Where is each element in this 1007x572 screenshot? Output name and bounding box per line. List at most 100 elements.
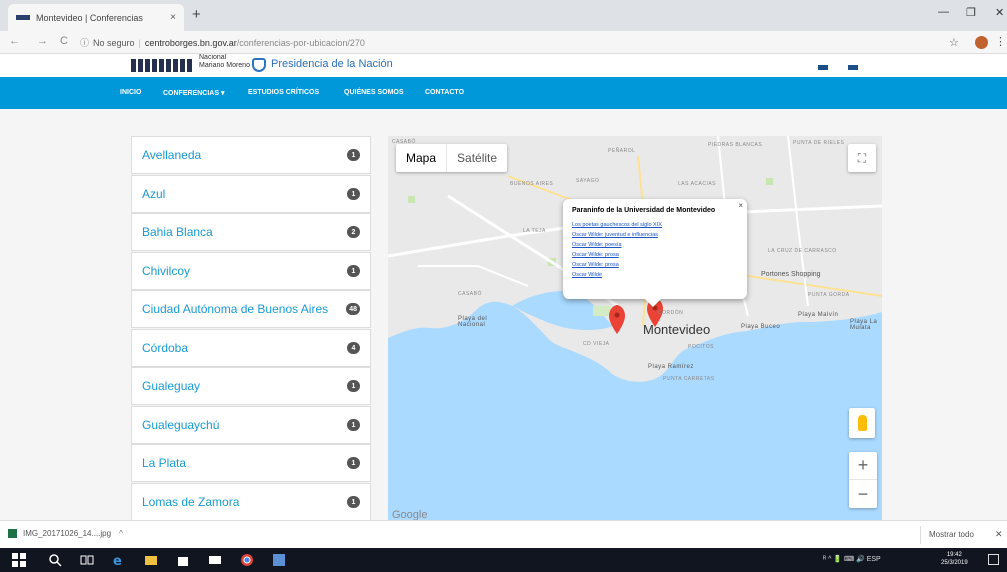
fullscreen-icon[interactable]: ⛶ <box>848 144 876 172</box>
browser-menu-icon[interactable]: ⋮ <box>995 35 1006 48</box>
city-name: Avellaneda <box>142 148 202 162</box>
map-label: POCITOS <box>688 344 714 350</box>
city-name: Bahia Blanca <box>142 225 213 239</box>
zoom-out-button[interactable]: − <box>849 480 877 508</box>
city-item[interactable]: La Plata 1 <box>131 444 371 482</box>
city-item[interactable]: Azul 1 <box>131 175 371 213</box>
map-label: Playa del Nacional <box>458 316 488 328</box>
map-label: PUNTA DE RIELES <box>793 140 845 146</box>
map-label: Playa Malvín <box>798 312 839 318</box>
system-tray[interactable]: ᴿ ^ 🔋 ⌨ 🔊 ESP <box>823 555 881 563</box>
map-label: LA TEJA <box>523 228 546 234</box>
map-canvas[interactable]: CASABÓ PEÑAROL PIEDRAS BLANCAS PUNTA DE … <box>388 136 882 520</box>
map-label: LA CRUZ DE CARRASCO <box>768 248 837 254</box>
biblioteca-logo[interactable] <box>131 59 193 72</box>
count-badge: 48 <box>346 303 360 315</box>
map-label: CASABÓ <box>458 291 482 297</box>
site-favicon-icon <box>16 15 30 20</box>
image-file-icon <box>8 529 17 538</box>
conference-link[interactable]: Los poetas gauchescos del siglo XIX <box>572 220 739 230</box>
facebook-icon[interactable] <box>818 65 828 70</box>
bookmark-star-icon[interactable]: ☆ <box>949 36 959 49</box>
nav-conferencias[interactable]: CONFERENCIAS ▾ <box>163 89 224 97</box>
reload-button[interactable]: C <box>60 35 68 47</box>
task-view-icon[interactable] <box>80 553 94 567</box>
tab-close-icon[interactable]: × <box>170 12 176 23</box>
close-icon[interactable]: × <box>738 201 743 210</box>
map-label: PIEDRAS BLANCAS <box>708 142 763 148</box>
city-name: Córdoba <box>142 341 189 355</box>
conference-link[interactable]: Oscar Wilde: prosa <box>572 260 739 270</box>
minimize-button[interactable]: — <box>938 6 949 18</box>
notifications-icon[interactable] <box>988 554 999 565</box>
conference-link[interactable]: Oscar Wilde <box>572 270 739 280</box>
close-window-button[interactable]: ✕ <box>995 6 1004 19</box>
city-item[interactable]: Gualeguay 1 <box>131 367 371 405</box>
city-item[interactable]: Bahia Blanca 2 <box>131 213 371 251</box>
conference-link[interactable]: Oscar Wilde: poesía <box>572 240 739 250</box>
nav-quienes-somos[interactable]: QUIÉNES SOMOS <box>344 89 404 96</box>
map-tiles <box>388 136 882 382</box>
divider <box>920 526 921 544</box>
map-label: Playa La Mulata <box>850 319 878 331</box>
twitter-icon[interactable] <box>848 65 858 70</box>
security-label: No seguro <box>93 37 135 48</box>
count-badge: 1 <box>347 419 360 431</box>
chevron-up-icon[interactable]: ^ <box>119 529 123 538</box>
map-info-window: × Paraninfo de la Universidad de Montevi… <box>563 199 747 307</box>
city-item[interactable]: Avellaneda 1 <box>131 136 371 174</box>
store-icon[interactable] <box>176 553 190 567</box>
nav-contacto[interactable]: CONTACTO <box>425 89 464 96</box>
download-item[interactable]: IMG_20171026_14....jpg ^ <box>8 529 123 538</box>
url-input[interactable]: ⓘ No seguro | centroborges.bn.gov.ar /co… <box>80 34 935 51</box>
city-item[interactable]: Córdoba 4 <box>131 329 371 367</box>
count-badge: 1 <box>347 265 360 277</box>
url-host: centroborges.bn.gov.ar <box>144 37 237 48</box>
map-label: PEÑAROL <box>608 148 636 154</box>
map-type-satellite-button[interactable]: Satélite <box>446 144 507 172</box>
info-icon[interactable]: ⓘ <box>80 36 89 49</box>
windows-start-icon[interactable] <box>12 553 26 567</box>
city-name: Azul <box>142 187 166 201</box>
close-downloads-icon[interactable]: ✕ <box>995 529 1003 540</box>
back-button[interactable]: ← <box>9 35 20 47</box>
pegman-icon[interactable] <box>849 408 875 438</box>
count-badge: 1 <box>347 380 360 392</box>
shield-icon <box>252 58 266 72</box>
windows-taskbar: e ᴿ ^ 🔋 ⌨ 🔊 ESP 19:42 25/3/2019 <box>0 548 1007 572</box>
map-type-map-button[interactable]: Mapa <box>396 144 446 172</box>
url-separator: | <box>138 37 141 48</box>
count-badge: 1 <box>347 457 360 469</box>
presidencia-label: Presidencia de la Nación <box>271 58 393 70</box>
maximize-button[interactable]: ❐ <box>966 6 976 19</box>
zoom-in-button[interactable]: + <box>849 452 877 480</box>
photos-icon[interactable] <box>272 553 286 567</box>
conference-link[interactable]: Oscar Wilde: prosa <box>572 250 739 260</box>
forward-button[interactable]: → <box>37 35 48 47</box>
chrome-icon[interactable] <box>240 553 254 567</box>
browser-tab[interactable]: Montevideo | Conferencias × <box>8 4 184 31</box>
address-bar: ← → C ⓘ No seguro | centroborges.bn.gov.… <box>0 31 1007 54</box>
shopping-label: Portones Shopping <box>761 271 821 278</box>
conference-link[interactable]: Oscar Wilde: juventud e influencias <box>572 230 739 240</box>
file-explorer-icon[interactable] <box>144 553 158 567</box>
mail-icon[interactable] <box>208 553 222 567</box>
city-item[interactable]: Gualeguaychú 1 <box>131 406 371 444</box>
profile-avatar[interactable] <box>975 36 988 49</box>
new-tab-button[interactable]: + <box>192 6 201 23</box>
google-logo: Google <box>392 509 428 520</box>
search-icon[interactable] <box>48 553 62 567</box>
city-item[interactable]: Lomas de Zamora 1 <box>131 483 371 520</box>
map-label: LAS ACACIAS <box>678 181 717 187</box>
map-type-toggle: Mapa Satélite <box>396 144 508 172</box>
logo-line-1: Nacional <box>199 54 227 61</box>
map-label: BUENOS AIRES <box>510 181 554 187</box>
edge-browser-icon[interactable]: e <box>112 553 126 567</box>
map-label: SAYAGO <box>576 178 600 184</box>
city-item[interactable]: Chivilcoy 1 <box>131 252 371 290</box>
show-all-downloads-button[interactable]: Mostrar todo <box>929 530 974 539</box>
nav-estudios-criticos[interactable]: ESTUDIOS CRÍTICOS <box>248 89 319 96</box>
clock[interactable]: 19:42 25/3/2019 <box>941 551 968 567</box>
city-item[interactable]: Ciudad Autónoma de Buenos Aires 48 <box>131 290 371 328</box>
nav-inicio[interactable]: INICIO <box>120 89 141 96</box>
